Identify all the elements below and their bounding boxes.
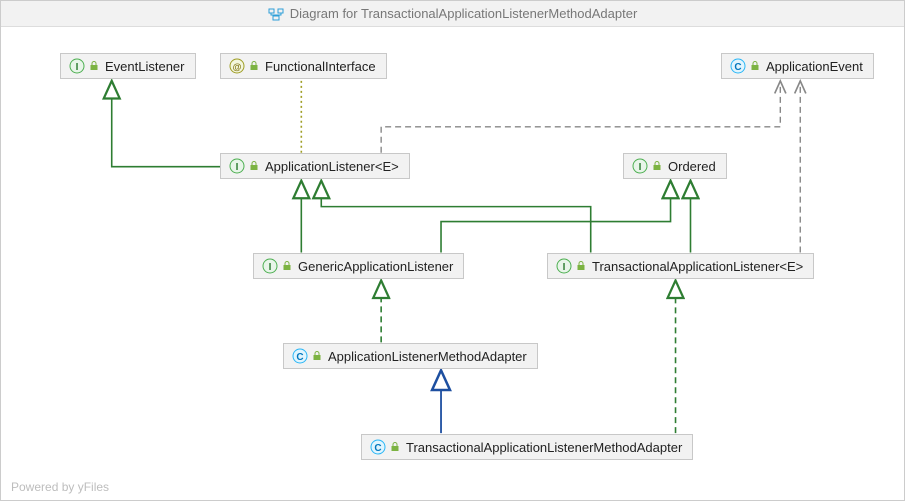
lock-icon <box>282 261 292 271</box>
diagram-icon <box>268 6 284 22</box>
node-generic-application-listener[interactable]: I GenericApplicationListener <box>253 253 464 279</box>
svg-text:I: I <box>639 162 642 173</box>
lock-icon <box>312 351 322 361</box>
node-application-listener-method-adapter[interactable]: C ApplicationListenerMethodAdapter <box>283 343 538 369</box>
node-label: FunctionalInterface <box>263 59 376 74</box>
node-functional-interface[interactable]: @ FunctionalInterface <box>220 53 387 79</box>
diagram-canvas[interactable]: I EventListener @ FunctionalInterface C … <box>1 27 904 500</box>
node-ordered[interactable]: I Ordered <box>623 153 727 179</box>
node-transactional-application-listener-method-adapter[interactable]: C TransactionalApplicationListenerMethod… <box>361 434 693 460</box>
titlebar: Diagram for TransactionalApplicationList… <box>1 1 904 27</box>
svg-text:I: I <box>269 262 272 273</box>
svg-text:C: C <box>374 443 381 454</box>
annotation-icon: @ <box>229 58 245 74</box>
lock-icon <box>652 161 662 171</box>
node-label: ApplicationEvent <box>764 59 863 74</box>
class-icon: C <box>292 348 308 364</box>
svg-text:C: C <box>296 352 303 363</box>
svg-text:I: I <box>236 162 239 173</box>
node-label: ApplicationListenerMethodAdapter <box>326 349 527 364</box>
node-label: GenericApplicationListener <box>296 259 453 274</box>
node-label: ApplicationListener<E> <box>263 159 399 174</box>
diagram-frame: Diagram for TransactionalApplicationList… <box>0 0 905 501</box>
node-transactional-application-listener[interactable]: I TransactionalApplicationListener<E> <box>547 253 814 279</box>
interface-icon: I <box>69 58 85 74</box>
svg-text:I: I <box>76 62 79 73</box>
svg-text:@: @ <box>233 62 242 72</box>
interface-icon: I <box>556 258 572 274</box>
lock-icon <box>576 261 586 271</box>
lock-icon <box>249 61 259 71</box>
node-label: TransactionalApplicationListener<E> <box>590 259 803 274</box>
node-event-listener[interactable]: I EventListener <box>60 53 196 79</box>
interface-icon: I <box>632 158 648 174</box>
interface-icon: I <box>262 258 278 274</box>
class-icon: C <box>370 439 386 455</box>
node-label: EventListener <box>103 59 185 74</box>
node-application-listener[interactable]: I ApplicationListener<E> <box>220 153 410 179</box>
node-application-event[interactable]: C ApplicationEvent <box>721 53 874 79</box>
class-icon: C <box>730 58 746 74</box>
lock-icon <box>390 442 400 452</box>
node-label: TransactionalApplicationListenerMethodAd… <box>404 440 682 455</box>
lock-icon <box>750 61 760 71</box>
title-text: Diagram for TransactionalApplicationList… <box>290 6 638 21</box>
interface-icon: I <box>229 158 245 174</box>
node-label: Ordered <box>666 159 716 174</box>
svg-text:C: C <box>734 62 741 73</box>
svg-text:I: I <box>563 262 566 273</box>
lock-icon <box>89 61 99 71</box>
lock-icon <box>249 161 259 171</box>
